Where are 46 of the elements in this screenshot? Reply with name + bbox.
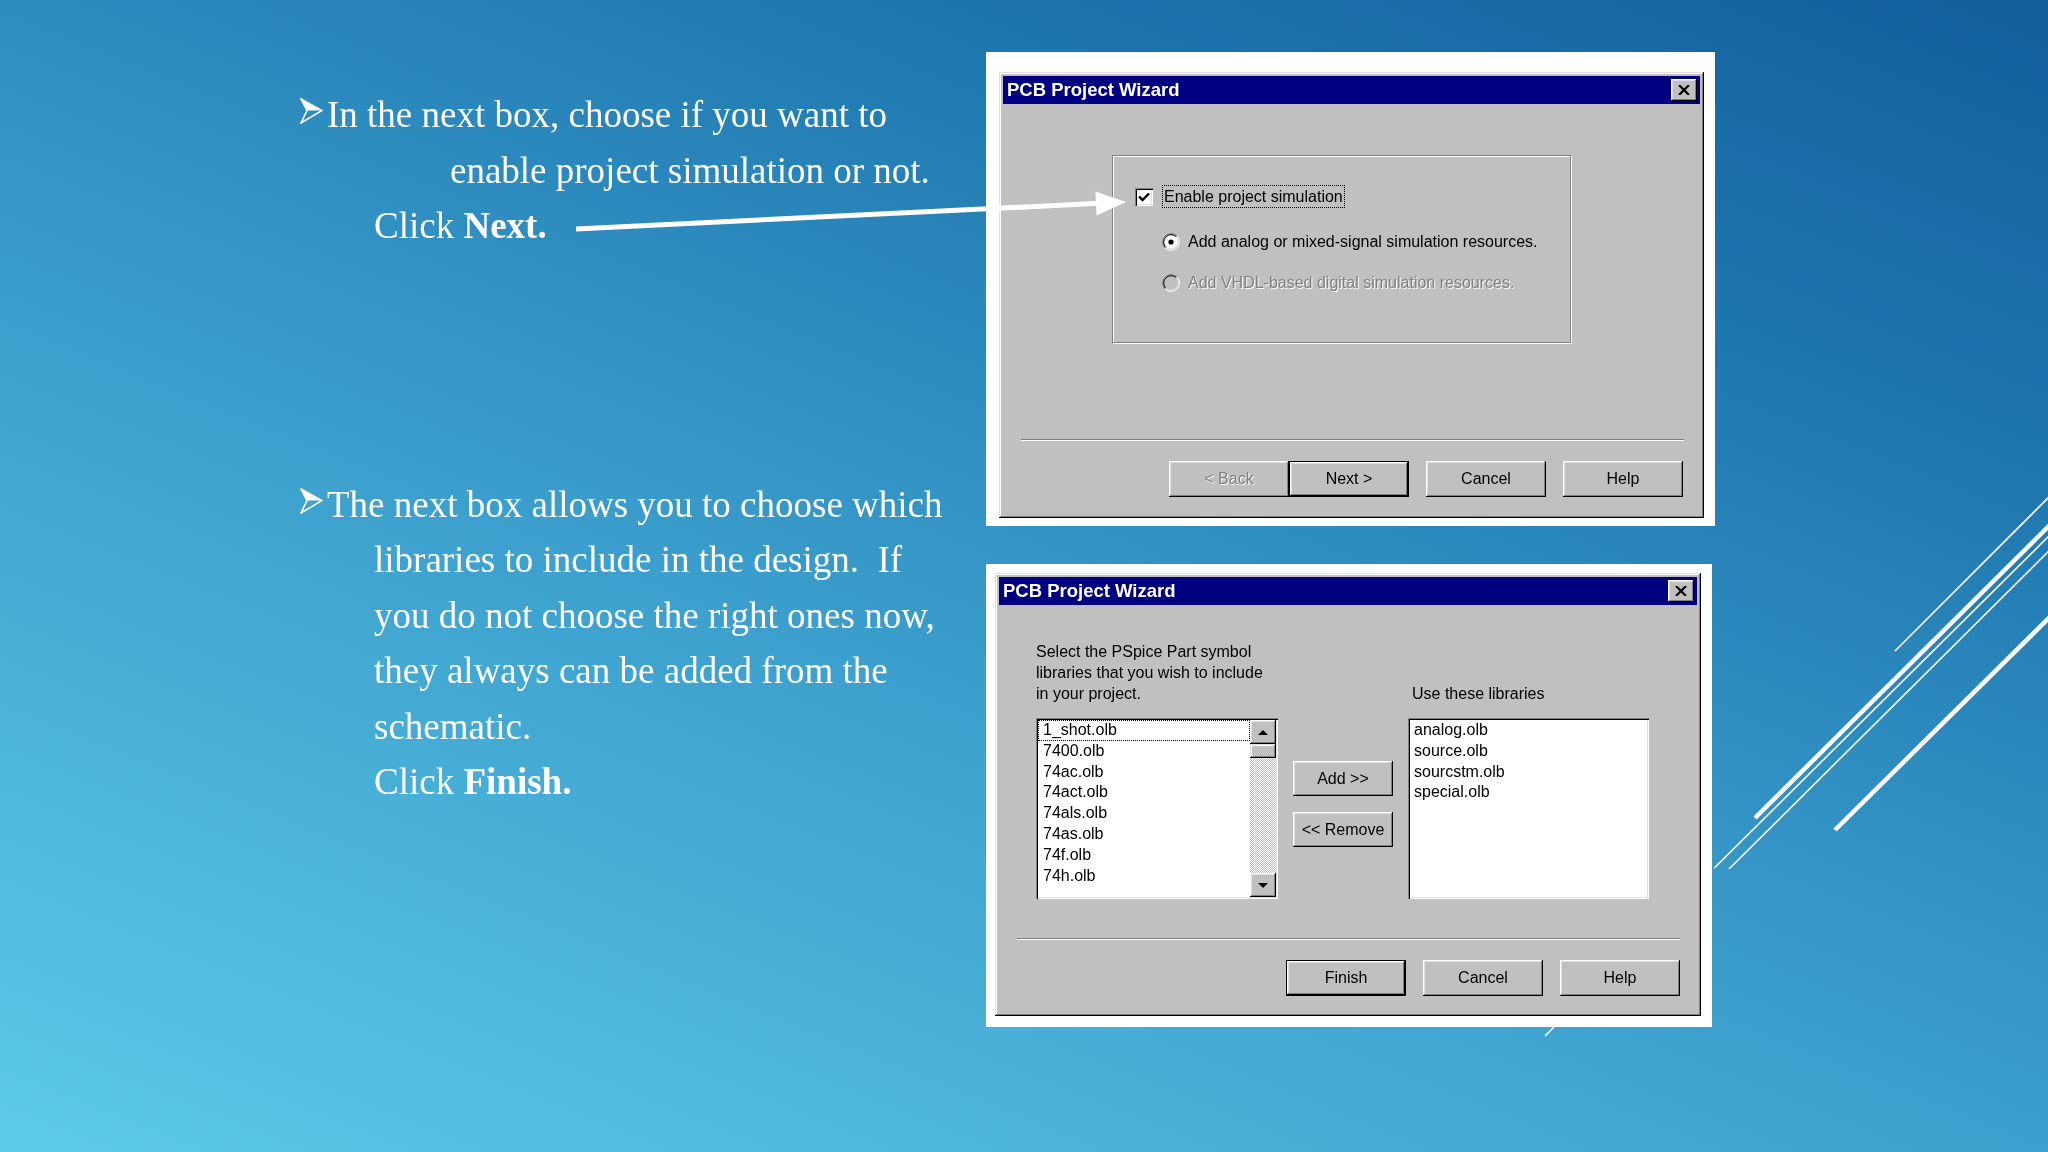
help-button[interactable]: Help: [1563, 461, 1683, 497]
window-title: PCB Project Wizard: [1003, 580, 1176, 602]
up-triangle-icon: [1258, 729, 1268, 735]
close-button[interactable]: [1668, 580, 1694, 602]
list-item[interactable]: special.olb: [1410, 782, 1647, 804]
remove-button[interactable]: << Remove: [1293, 812, 1393, 847]
close-icon: [1678, 85, 1690, 95]
library-list[interactable]: 1_shot.olb 7400.olb 74ac.olb 74act.olb 74als.olb 74as.olb 74f.olb 74h.olb: [1036, 718, 1278, 899]
list-item[interactable]: analog.olb: [1410, 720, 1647, 741]
help-button[interactable]: Help: [1560, 960, 1680, 996]
checkbox[interactable]: [1135, 187, 1153, 206]
window-title: PCB Project Wizard: [1007, 79, 1180, 101]
bullet-text: The next box allows you to choose which libraries to include in the design. If you do not choose the right ones now, they always can be added from the schematic.: [327, 482, 943, 749]
instructions-text: Select the PSpice Part symbol libraries that you wish to include in your project.: [1036, 642, 1263, 704]
list-item[interactable]: 74h.olb: [1038, 865, 1250, 887]
scroll-up-button[interactable]: [1250, 720, 1276, 744]
instruction-text: Click Finish.: [374, 760, 572, 804]
down-triangle-icon: [1258, 882, 1268, 888]
close-icon: [1675, 586, 1687, 596]
instruction-text: Click Next.: [374, 204, 547, 248]
list-item[interactable]: 74act.olb: [1038, 782, 1250, 804]
bullet-text: In the next box, choose if you want to enable project simulation or not.: [327, 93, 930, 193]
arrowhead-icon: [300, 487, 323, 514]
scroll-down-button[interactable]: [1250, 873, 1276, 897]
list-item[interactable]: 74f.olb: [1038, 844, 1250, 866]
list-item[interactable]: 74as.olb: [1038, 824, 1250, 845]
list-item[interactable]: sourcstm.olb: [1410, 761, 1647, 783]
checkbox-label[interactable]: Enable project simulation: [1162, 185, 1345, 208]
list-label: Use these libraries: [1411, 684, 1545, 704]
checkmark-icon: [1138, 191, 1150, 202]
cancel-button[interactable]: Cancel: [1426, 461, 1546, 497]
list-item[interactable]: 7400.olb: [1038, 740, 1250, 762]
library-list[interactable]: analog.olb source.olb sourcstm.olb special.olb: [1408, 718, 1649, 899]
add-button[interactable]: Add >>: [1293, 761, 1393, 796]
list-item[interactable]: 1_shot.olb: [1038, 720, 1250, 741]
list-item[interactable]: 74ac.olb: [1038, 761, 1250, 783]
radio-button[interactable]: [1162, 233, 1180, 251]
close-button[interactable]: [1671, 79, 1697, 101]
finish-button[interactable]: Finish: [1286, 960, 1406, 996]
list-item[interactable]: source.olb: [1410, 740, 1647, 762]
cancel-button[interactable]: Cancel: [1423, 960, 1543, 996]
scroll-thumb[interactable]: [1250, 744, 1276, 758]
next-button[interactable]: Next >: [1289, 461, 1409, 497]
arrowhead-icon: [300, 98, 323, 124]
radio-label[interactable]: Add analog or mixed-signal simulation resources.: [1188, 233, 1538, 251]
list-item[interactable]: 74als.olb: [1038, 803, 1250, 824]
